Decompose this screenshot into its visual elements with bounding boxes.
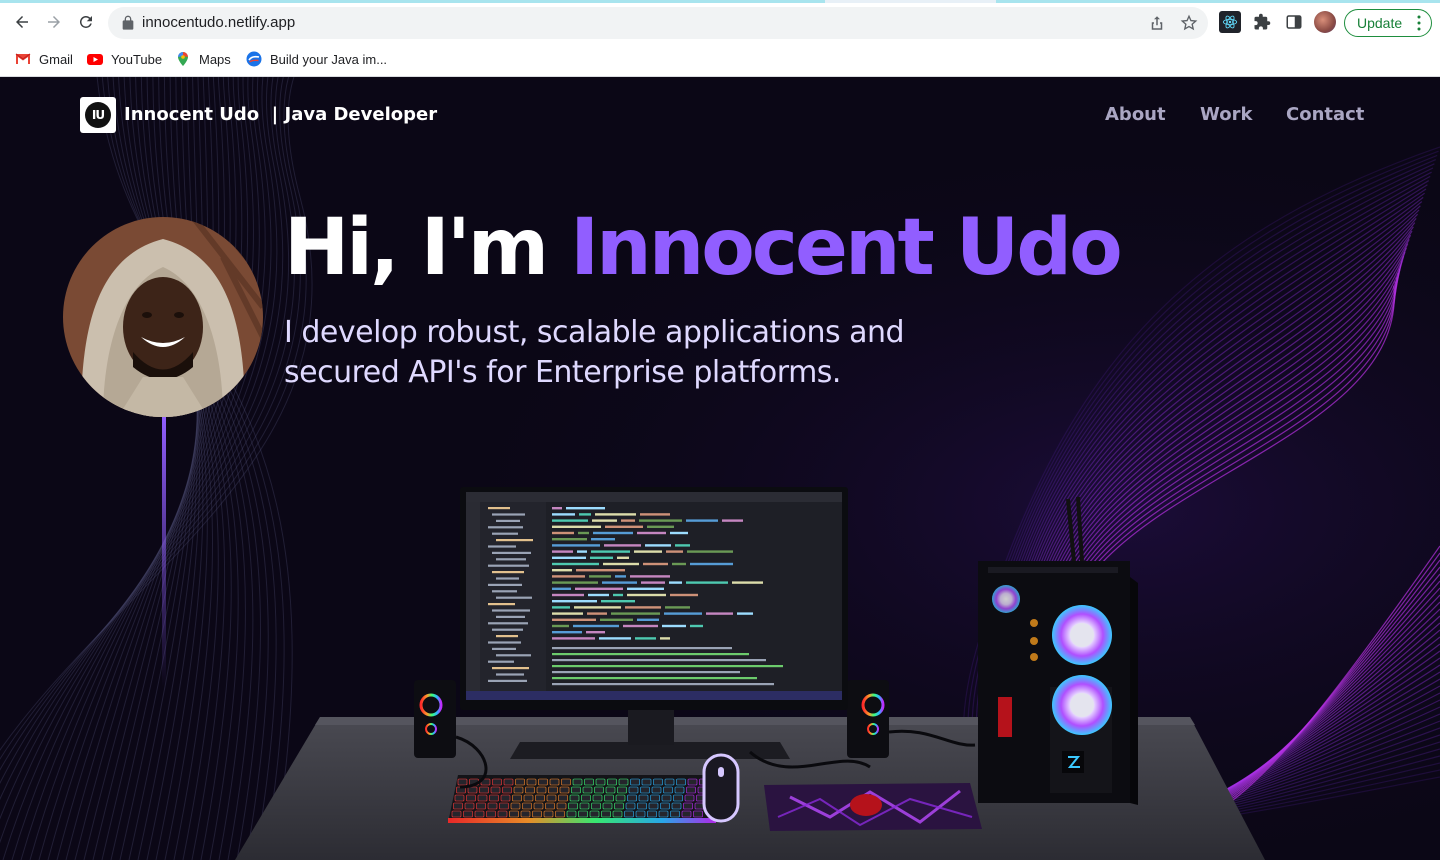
reload-icon (79, 15, 92, 28)
back-button[interactable] (8, 8, 36, 36)
share-icon[interactable] (1148, 14, 1166, 32)
hero-name: Innocent Udo (570, 203, 1123, 293)
bookmark-star-icon[interactable] (1180, 14, 1198, 32)
react-devtools-extension[interactable] (1219, 11, 1241, 33)
arrow-left-icon (16, 16, 28, 28)
mousepad (764, 783, 982, 831)
left-speaker (414, 680, 456, 758)
profile-photo (63, 217, 263, 417)
portfolio-page: IU Innocent Udo | Java Developer About W… (0, 77, 1440, 860)
keyboard (448, 775, 716, 823)
bookmark-build-java[interactable]: Build your Java im... (246, 51, 387, 67)
nav-link-contact[interactable]: Contact (1286, 104, 1364, 125)
more-vert-icon (1417, 15, 1421, 31)
pc-tower (978, 496, 1138, 805)
bookmark-label: Maps (199, 51, 231, 67)
browser-toolbar: innocentudo.netlify.app Update (0, 3, 1440, 41)
side-panel-icon (1286, 15, 1302, 29)
update-button[interactable]: Update (1344, 9, 1432, 37)
hero-subtitle: I develop robust, scalable applications … (284, 315, 905, 390)
side-panel-button[interactable] (1283, 11, 1305, 33)
right-speaker (847, 680, 889, 758)
reload-button[interactable] (72, 8, 100, 36)
bookmark-label: YouTube (111, 51, 163, 67)
react-icon (1222, 15, 1238, 29)
youtube-icon (87, 54, 103, 65)
bookmark-label: Build your Java im... (270, 51, 388, 67)
site-logo[interactable]: IU (80, 97, 116, 133)
nav-link-about[interactable]: About (1105, 104, 1166, 125)
puzzle-icon (1254, 13, 1271, 30)
maps-icon (178, 52, 188, 66)
computer-desk-scene[interactable] (230, 487, 1290, 860)
bookmark-maps[interactable]: Maps (175, 51, 231, 67)
profile-avatar[interactable] (1314, 11, 1336, 33)
forward-button[interactable] (40, 8, 68, 36)
address-bar[interactable]: innocentudo.netlify.app (108, 7, 1208, 39)
site-title[interactable]: Innocent Udo | Java Developer (124, 104, 437, 125)
bookmark-youtube[interactable]: YouTube (87, 51, 162, 67)
mouse (702, 753, 740, 823)
bookmark-label: Gmail (39, 51, 73, 67)
lock-icon (122, 15, 134, 30)
update-label: Update (1357, 15, 1403, 31)
nav-link-work[interactable]: Work (1200, 104, 1252, 125)
timeline-line (162, 417, 166, 687)
hero-greeting: Hi, I'm (284, 203, 571, 293)
bookmarks-bar: Gmail YouTube Maps Build your Java im... (0, 41, 1440, 77)
url-text: innocentudo.netlify.app (142, 14, 296, 31)
gmail-icon (15, 53, 31, 64)
extensions-button[interactable] (1251, 11, 1273, 33)
bookmark-gmail[interactable]: Gmail (15, 51, 73, 67)
hero-heading: Hi, I'm Innocent Udo (284, 209, 1123, 287)
logo-mark: IU (85, 102, 111, 128)
arrow-right-icon (48, 16, 60, 28)
build-icon (246, 51, 262, 67)
